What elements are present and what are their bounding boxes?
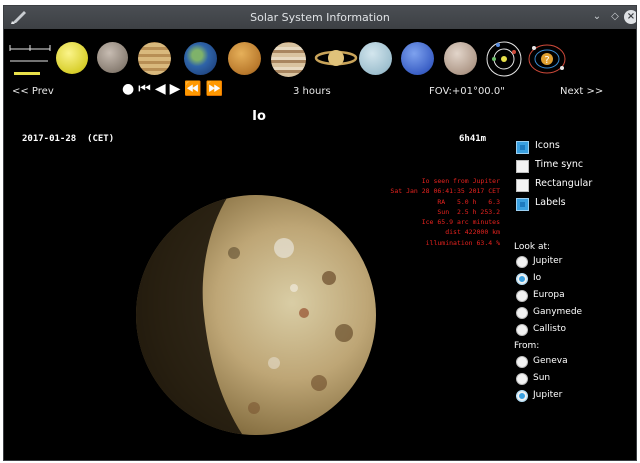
rectangular-checkbox[interactable] <box>516 179 529 192</box>
window-title: Solar System Information <box>250 11 390 24</box>
step-back-icon[interactable]: ◀ <box>155 80 166 98</box>
planet-pluto[interactable] <box>444 42 477 75</box>
from-radio-sun[interactable] <box>516 373 528 385</box>
look-at-radio-jupiter[interactable] <box>516 256 528 268</box>
look-at-radio-ganymede[interactable] <box>516 307 528 319</box>
planet-sun[interactable] <box>56 42 88 74</box>
close-button[interactable]: × <box>624 10 636 24</box>
skip-back-icon[interactable]: ⏮ <box>138 80 151 98</box>
time-step[interactable]: 3 hours <box>293 86 331 97</box>
from-label: Sun <box>533 373 551 383</box>
from-heading: From: <box>514 341 540 351</box>
title-bar[interactable]: Solar System Information ⌄ ◇ × <box>4 6 636 29</box>
look-at-heading: Look at: <box>514 242 551 252</box>
info-line: Sat Jan 28 06:41:35 2017 CET <box>390 187 500 196</box>
planet-uranus[interactable] <box>359 42 392 75</box>
date-readout: 2017-01-28 (CET) <box>22 134 115 144</box>
next-button[interactable]: Next >> <box>560 86 603 97</box>
look-at-radio-europa[interactable] <box>516 290 528 302</box>
info-line: RA 5.0 h 6.3 <box>437 197 500 206</box>
scale-widget[interactable] <box>8 39 52 79</box>
time-sync-checkbox[interactable] <box>516 160 529 173</box>
svg-text:?: ? <box>544 55 549 66</box>
step-forward-icon[interactable]: ▶ <box>170 80 181 98</box>
moons-view-icon[interactable]: ? <box>526 40 568 78</box>
planet-mercury[interactable] <box>97 42 128 73</box>
planet-venus[interactable] <box>138 42 171 75</box>
io-globe[interactable] <box>134 193 378 437</box>
look-at-label: Europa <box>533 290 565 300</box>
look-at-label: Jupiter <box>533 256 563 266</box>
planet-earth[interactable] <box>184 42 217 75</box>
planet-saturn[interactable] <box>314 46 358 70</box>
record-icon[interactable]: ● <box>122 80 134 98</box>
look-at-label: Io <box>533 273 542 283</box>
from-label: Geneva <box>533 356 568 366</box>
labels-label: Labels <box>535 197 566 208</box>
maximize-button[interactable]: ◇ <box>608 10 622 24</box>
from-radio-geneva[interactable] <box>516 356 528 368</box>
icons-checkbox[interactable] <box>516 141 529 154</box>
icons-label: Icons <box>535 140 560 151</box>
planet-mars[interactable] <box>228 42 261 75</box>
from-label: Jupiter <box>533 390 563 400</box>
fast-forward-icon[interactable]: ⏩ <box>206 80 223 98</box>
from-radio-jupiter[interactable] <box>516 390 528 402</box>
playback-controls: ● ⏮ ◀ ▶ ⏪ ⏩ <box>122 80 223 98</box>
labels-checkbox[interactable] <box>516 198 529 211</box>
look-at-label: Callisto <box>533 324 567 334</box>
fast-backward-icon[interactable]: ⏪ <box>184 80 201 98</box>
rectangular-label: Rectangular <box>535 178 593 189</box>
main-window: Solar System Information ⌄ ◇ × ? << Prev… <box>3 5 637 461</box>
solar-system-view-icon[interactable] <box>484 40 524 78</box>
look-at-radio-callisto[interactable] <box>516 324 528 336</box>
minimize-button[interactable]: ⌄ <box>590 10 604 24</box>
fov-readout: FOV:+01°00.0" <box>429 86 505 97</box>
look-at-radio-io[interactable] <box>516 273 528 285</box>
info-line: Io seen from Jupiter <box>421 177 500 185</box>
planet-jupiter[interactable] <box>271 42 306 77</box>
planet-neptune[interactable] <box>401 42 434 75</box>
time-readout: 6h41m <box>459 134 487 144</box>
look-at-label: Ganymede <box>533 307 583 317</box>
body-title: Io <box>252 109 266 124</box>
time-sync-label: Time sync <box>535 159 584 170</box>
prev-button[interactable]: << Prev <box>12 86 54 97</box>
